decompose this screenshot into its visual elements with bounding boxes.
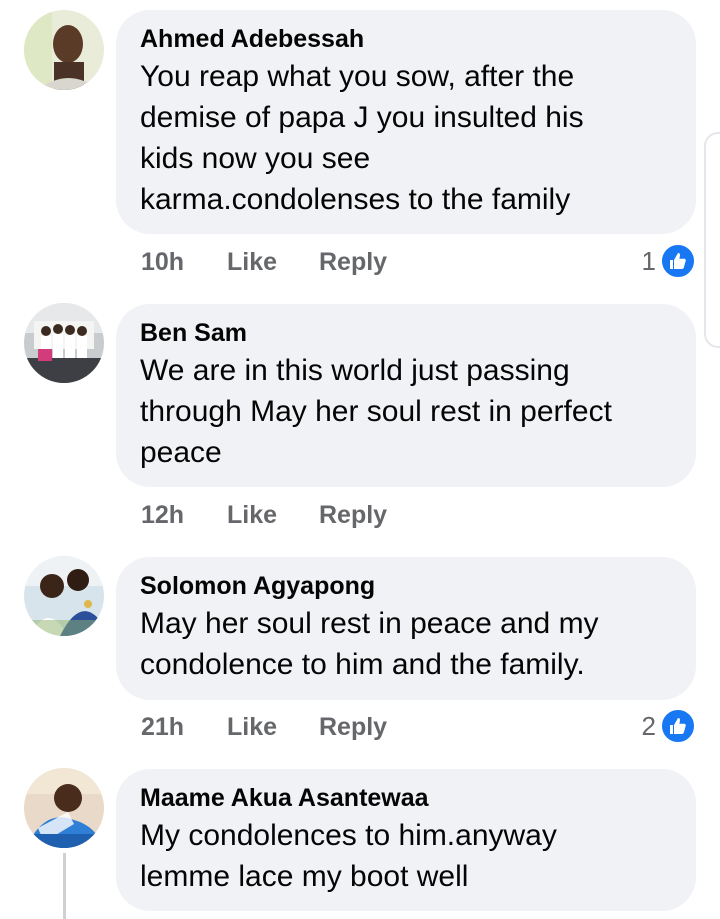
comment: Maame Akua Asantewaa My condolences to h… — [0, 765, 720, 919]
reply-button[interactable]: Reply — [319, 712, 387, 742]
reaction-count: 1 — [641, 245, 656, 276]
comment-bubble: Solomon Agyapong May her soul rest in pe… — [116, 557, 696, 700]
avatar[interactable] — [24, 768, 104, 848]
avatar[interactable] — [24, 10, 104, 90]
comment-timestamp[interactable]: 10h — [141, 247, 184, 277]
comment-bubble: Maame Akua Asantewaa My condolences to h… — [116, 769, 696, 911]
reaction-summary[interactable]: 2 — [641, 708, 696, 744]
thumbs-up-icon — [660, 708, 696, 744]
avatar[interactable] — [24, 303, 104, 383]
comment: Solomon Agyapong May her soul rest in pe… — [0, 553, 720, 753]
comment-bubble: Ben Sam We are in this world just passin… — [116, 304, 696, 487]
reaction-count: 2 — [641, 710, 656, 741]
comment-text: We are in this world just passing throug… — [140, 354, 612, 469]
comment-timestamp[interactable]: 12h — [141, 500, 184, 530]
like-button[interactable]: Like — [227, 500, 277, 530]
like-button[interactable]: Like — [227, 247, 277, 277]
comment-author[interactable]: Maame Akua Asantewaa — [140, 783, 672, 813]
comment-text: You reap what you sow, after the demise … — [140, 60, 584, 216]
comment-author[interactable]: Ben Sam — [140, 318, 672, 348]
comment-bubble: Ahmed Adebessah You reap what you sow, a… — [116, 10, 696, 234]
reply-button[interactable]: Reply — [319, 247, 387, 277]
like-button[interactable]: Like — [227, 712, 277, 742]
comment: Ahmed Adebessah You reap what you sow, a… — [0, 0, 720, 290]
reaction-summary[interactable]: 1 — [641, 243, 696, 279]
comment-text: My condolences to him.anyway lemme lace … — [140, 819, 557, 893]
comment-timestamp[interactable]: 21h — [141, 712, 184, 742]
reply-thread-line — [63, 853, 66, 919]
avatar[interactable] — [24, 556, 104, 636]
reply-button[interactable]: Reply — [319, 500, 387, 530]
thumbs-up-icon — [660, 243, 696, 279]
comment-author[interactable]: Solomon Agyapong — [140, 571, 672, 601]
comment: Ben Sam We are in this world just passin… — [0, 300, 720, 540]
comment-text: May her soul rest in peace and my condol… — [140, 607, 599, 681]
comment-author[interactable]: Ahmed Adebessah — [140, 24, 672, 54]
